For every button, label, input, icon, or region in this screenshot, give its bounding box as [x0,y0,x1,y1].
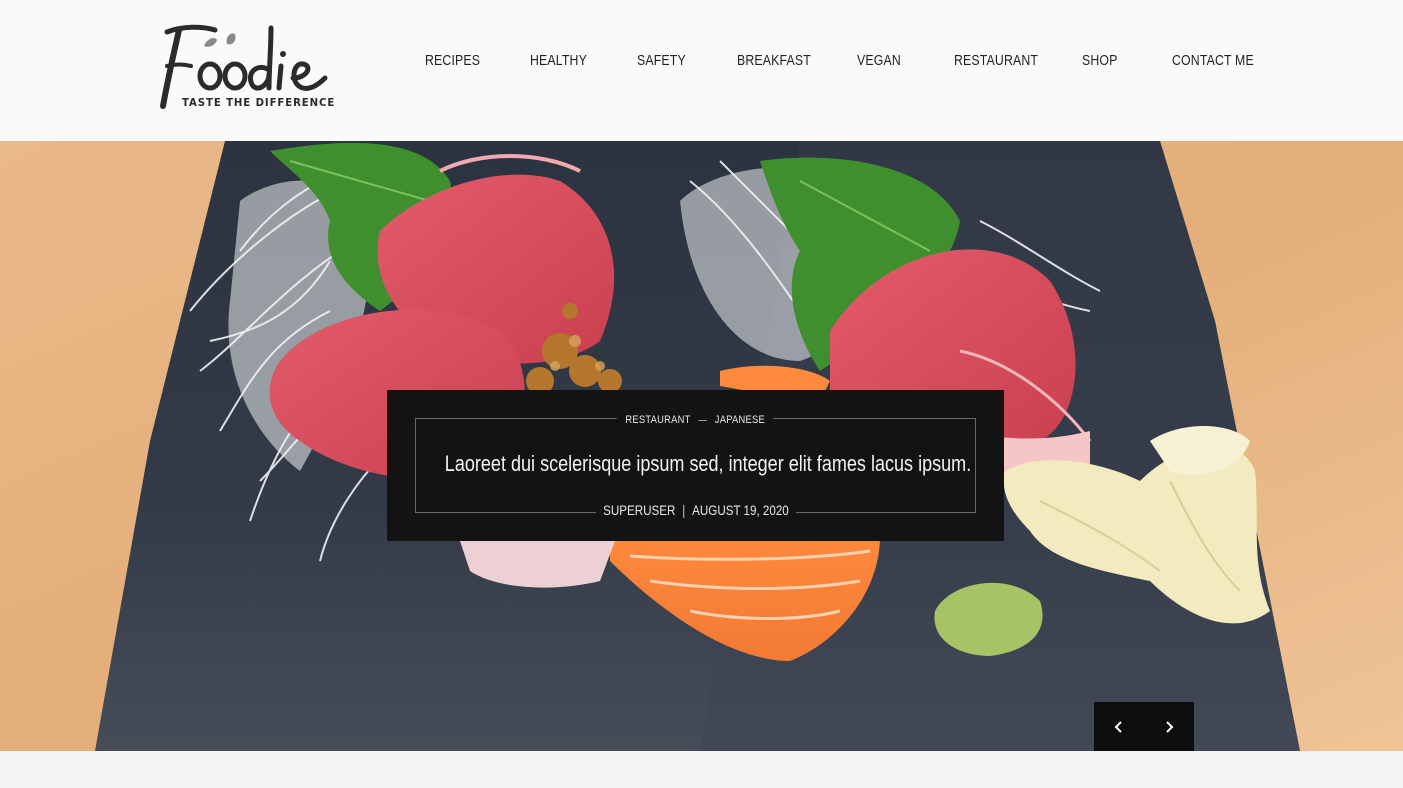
nav-item-healthy[interactable]: HEALTHY [530,52,587,69]
nav-item-contact-me[interactable]: CONTACT ME [1172,52,1254,69]
slider-controls [1094,702,1194,751]
chevron-right-icon [1166,720,1174,733]
author-link[interactable]: SUPERUSER [603,503,675,518]
nav-item-safety[interactable]: SAFETY [637,52,686,69]
slide-title-text[interactable]: Laoreet dui scelerisque ipsum sed, integ… [445,451,971,477]
slider-prev-button[interactable] [1094,702,1144,751]
slide-categories: RESTAURANT JAPANESE [387,410,1004,428]
site-header: TASTE THE DIFFERENCE RECIPES HEALTHY SAF… [0,0,1403,141]
nav-item-shop[interactable]: SHOP [1082,52,1118,69]
nav-item-vegan[interactable]: VEGAN [857,52,901,69]
hero-slider: RESTAURANT JAPANESE Laoreet dui sceleris… [0,141,1403,751]
nav-item-breakfast[interactable]: BREAKFAST [737,52,811,69]
nav-item-recipes[interactable]: RECIPES [425,52,480,69]
nav-item-restaurant[interactable]: RESTAURANT [954,52,1038,69]
slider-next-button[interactable] [1144,702,1194,751]
slide-meta: SUPERUSER | AUGUST 19, 2020 [387,502,1004,520]
slide-caption: RESTAURANT JAPANESE Laoreet dui sceleris… [387,390,1004,541]
category-link-japanese[interactable]: JAPANESE [715,414,765,426]
post-date: AUGUST 19, 2020 [691,503,789,518]
category-link-restaurant[interactable]: RESTAURANT [626,414,691,426]
chevron-left-icon [1114,720,1122,733]
slide-title[interactable]: Laoreet dui scelerisque ipsum sed, integ… [387,451,1004,477]
meta-separator: | [681,503,685,518]
logo-tagline: TASTE THE DIFFERENCE [182,96,336,109]
category-separator [698,419,708,421]
site-logo[interactable]: TASTE THE DIFFERENCE [157,18,337,114]
